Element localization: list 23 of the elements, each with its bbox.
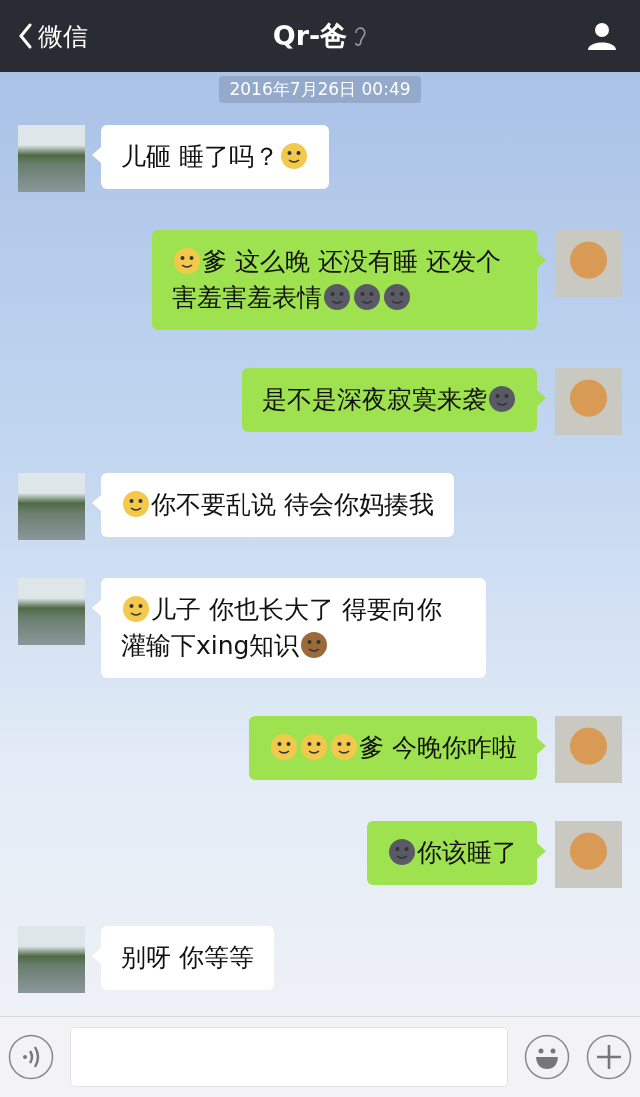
message-text: 你该睡了 <box>417 838 517 867</box>
message-text: 爹 这么晚 还没有睡 还发个害羞害羞表情 <box>172 247 501 312</box>
back-label: 微信 <box>38 20 88 53</box>
avatar-photo-placeholder[interactable] <box>18 473 85 540</box>
person-icon[interactable] <box>586 20 618 52</box>
avatar-photo-placeholder[interactable] <box>18 578 85 645</box>
avatar-photo-placeholder[interactable] <box>18 926 85 993</box>
message-text: 别呀 你等等 <box>121 943 254 972</box>
smiley-icon[interactable] <box>524 1034 570 1080</box>
message-text: 你不要乱说 待会你妈揍我 <box>151 490 434 519</box>
ear-icon <box>353 25 368 47</box>
timestamp: 2016年7月26日 00:49 <box>219 76 421 103</box>
voice-button-icon[interactable] <box>8 1034 54 1080</box>
avatar-photo-placeholder[interactable] <box>18 125 85 192</box>
chat-title: Qr-爸 <box>272 19 348 53</box>
plus-icon[interactable] <box>586 1034 632 1080</box>
message-input-field[interactable] <box>70 1027 508 1087</box>
chevron-left-icon <box>18 23 32 49</box>
message-text: 儿子 你也长大了 得要向你灌输下xing知识 <box>121 595 442 660</box>
message-text: 是不是深夜寂寞来袭 <box>262 385 487 414</box>
back-button[interactable]: 微信 <box>18 19 88 53</box>
message-text: 儿砸 睡了吗？ <box>121 142 279 171</box>
message-text: 爹 今晚你咋啦 <box>359 733 517 762</box>
